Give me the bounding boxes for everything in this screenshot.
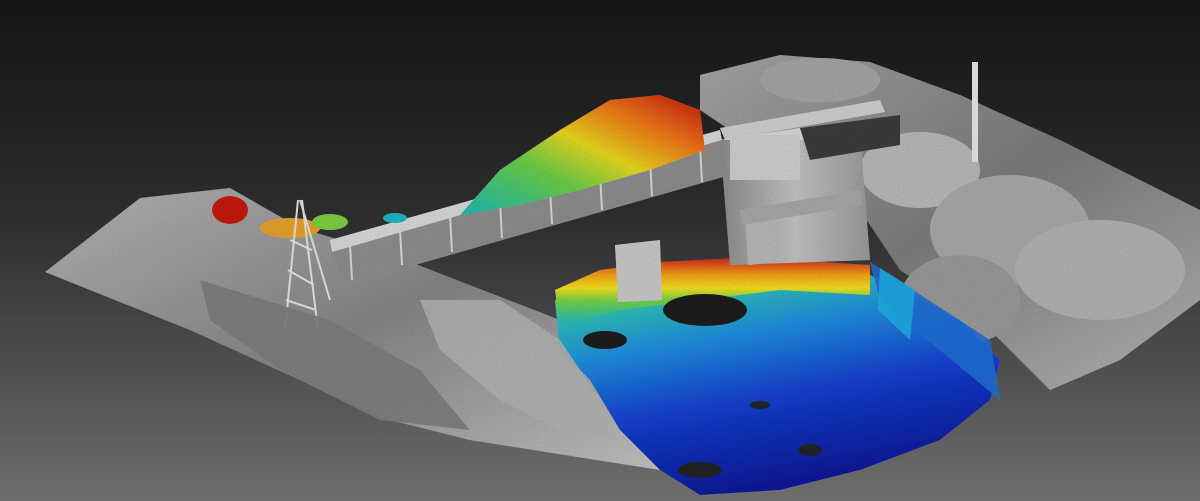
point-cloud-viewport[interactable]	[0, 0, 1200, 501]
point-cloud-scene	[45, 55, 1200, 495]
pole	[972, 62, 978, 162]
basin-opening-large	[663, 294, 747, 326]
basin-opening-small	[583, 331, 627, 349]
